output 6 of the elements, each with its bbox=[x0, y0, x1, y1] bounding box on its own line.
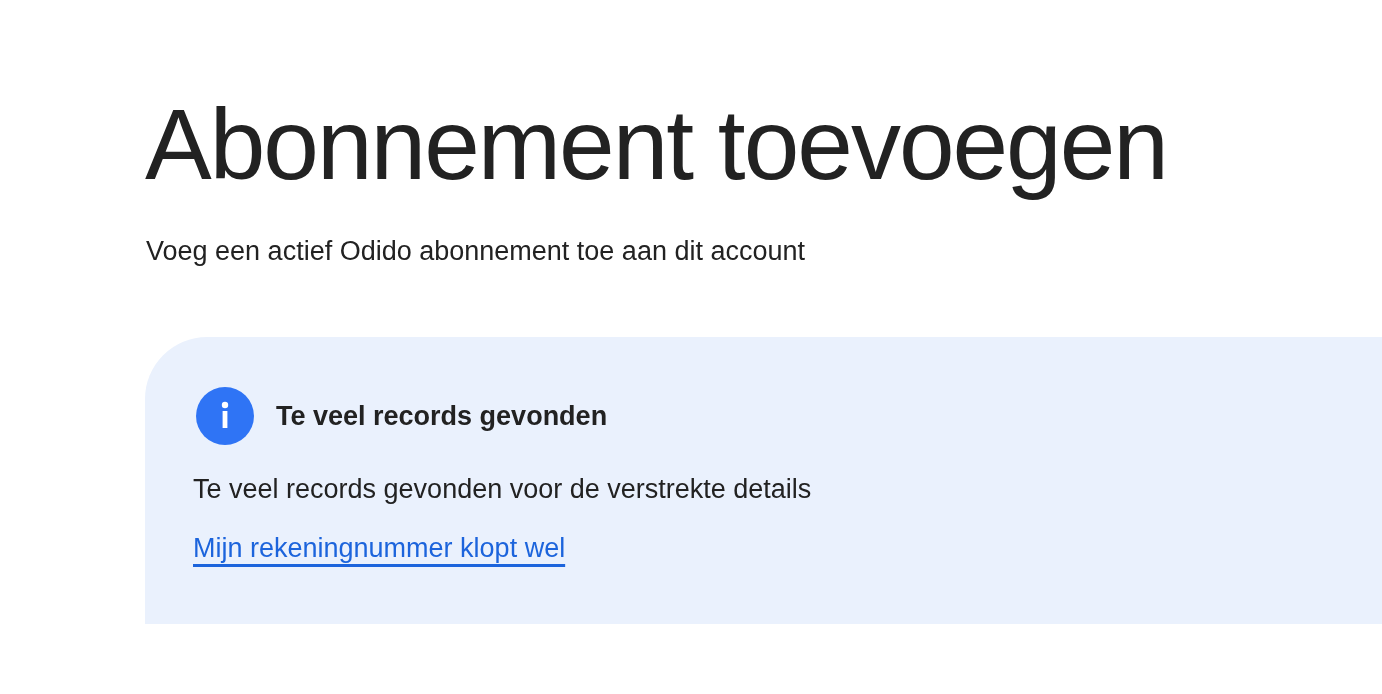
notice-message: Te veel records gevonden voor de verstrekte details bbox=[193, 473, 812, 506]
info-icon bbox=[196, 387, 254, 446]
account-number-link[interactable]: Mijn rekeningnummer klopt wel bbox=[193, 531, 566, 565]
notice-title: Te veel records gevonden bbox=[276, 400, 608, 433]
page-title: Abonnement toevoegen bbox=[145, 89, 1167, 199]
page-subtitle: Voeg een actief Odido abonnement toe aan dit account bbox=[146, 235, 805, 268]
